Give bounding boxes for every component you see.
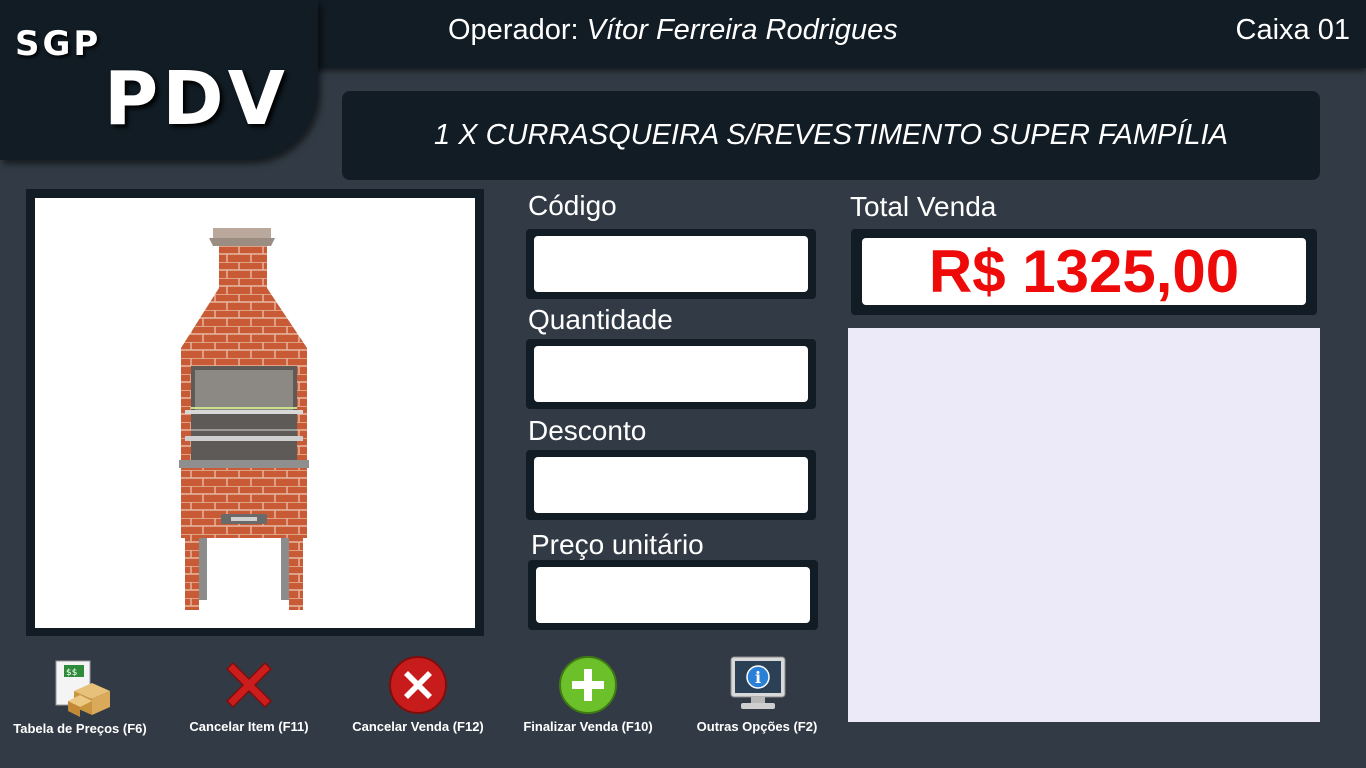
price-table-icon: $$	[55, 660, 110, 717]
register-label: Caixa 01	[1235, 14, 1350, 46]
plus-circle-icon	[559, 656, 617, 714]
preco-unitario-label: Preço unitário	[531, 529, 704, 560]
cancel-sale-button[interactable]: Cancelar Venda (F12)	[338, 655, 498, 745]
info-monitor-icon: i	[730, 656, 786, 709]
operator-label: Operador:	[448, 14, 579, 46]
codigo-input[interactable]	[534, 236, 808, 292]
desconto-input[interactable]	[534, 457, 808, 513]
logo-sgp-text: SGP	[15, 24, 102, 64]
finish-sale-button[interactable]: Finalizar Venda (F10)	[508, 655, 668, 745]
preco-unitario-input[interactable]	[536, 567, 810, 623]
price-table-label: Tabela de Preços (F6)	[13, 721, 147, 736]
operator-info: Operador: Vítor Ferreira Rodrigues	[448, 14, 898, 47]
desconto-field-box	[526, 450, 816, 520]
cancel-item-label: Cancelar Item (F11)	[189, 719, 309, 734]
total-label: Total Venda	[850, 191, 997, 222]
codigo-label: Código	[528, 190, 617, 221]
preco-unitario-field-box	[528, 560, 818, 630]
cancel-circle-icon	[389, 656, 447, 714]
codigo-field-box	[526, 229, 816, 299]
svg-text:$$: $$	[66, 668, 77, 678]
cancel-sale-label: Cancelar Venda (F12)	[352, 719, 484, 734]
cancel-item-button[interactable]: Cancelar Item (F11)	[169, 655, 329, 745]
finish-sale-label: Finalizar Venda (F10)	[523, 719, 653, 734]
quantidade-field-box	[526, 339, 816, 409]
sale-items-list[interactable]	[848, 328, 1320, 722]
other-options-button[interactable]: i Outras Opções (F2)	[677, 655, 837, 745]
other-options-label: Outras Opções (F2)	[696, 719, 818, 734]
total-box: R$ 1325,00	[851, 229, 1317, 315]
quantidade-label: Quantidade	[528, 304, 673, 335]
quantidade-input[interactable]	[534, 346, 808, 402]
total-value: R$ 1325,00	[862, 238, 1306, 305]
desconto-label: Desconto	[528, 415, 647, 446]
price-table-button[interactable]: $$ Tabela de Preços (F6)	[0, 655, 160, 745]
barbecue-grill-icon	[179, 228, 309, 610]
app-logo: SGP PDV	[0, 0, 318, 160]
product-image-frame	[26, 189, 484, 636]
logo-pdv-text: PDV	[104, 56, 289, 142]
svg-text:i: i	[755, 668, 761, 687]
current-item-banner: 1 X CURRASQUEIRA S/REVESTIMENTO SUPER FA…	[342, 91, 1320, 180]
operator-name: Vítor Ferreira Rodrigues	[586, 14, 898, 46]
product-image	[35, 198, 475, 628]
red-x-icon	[225, 661, 273, 709]
